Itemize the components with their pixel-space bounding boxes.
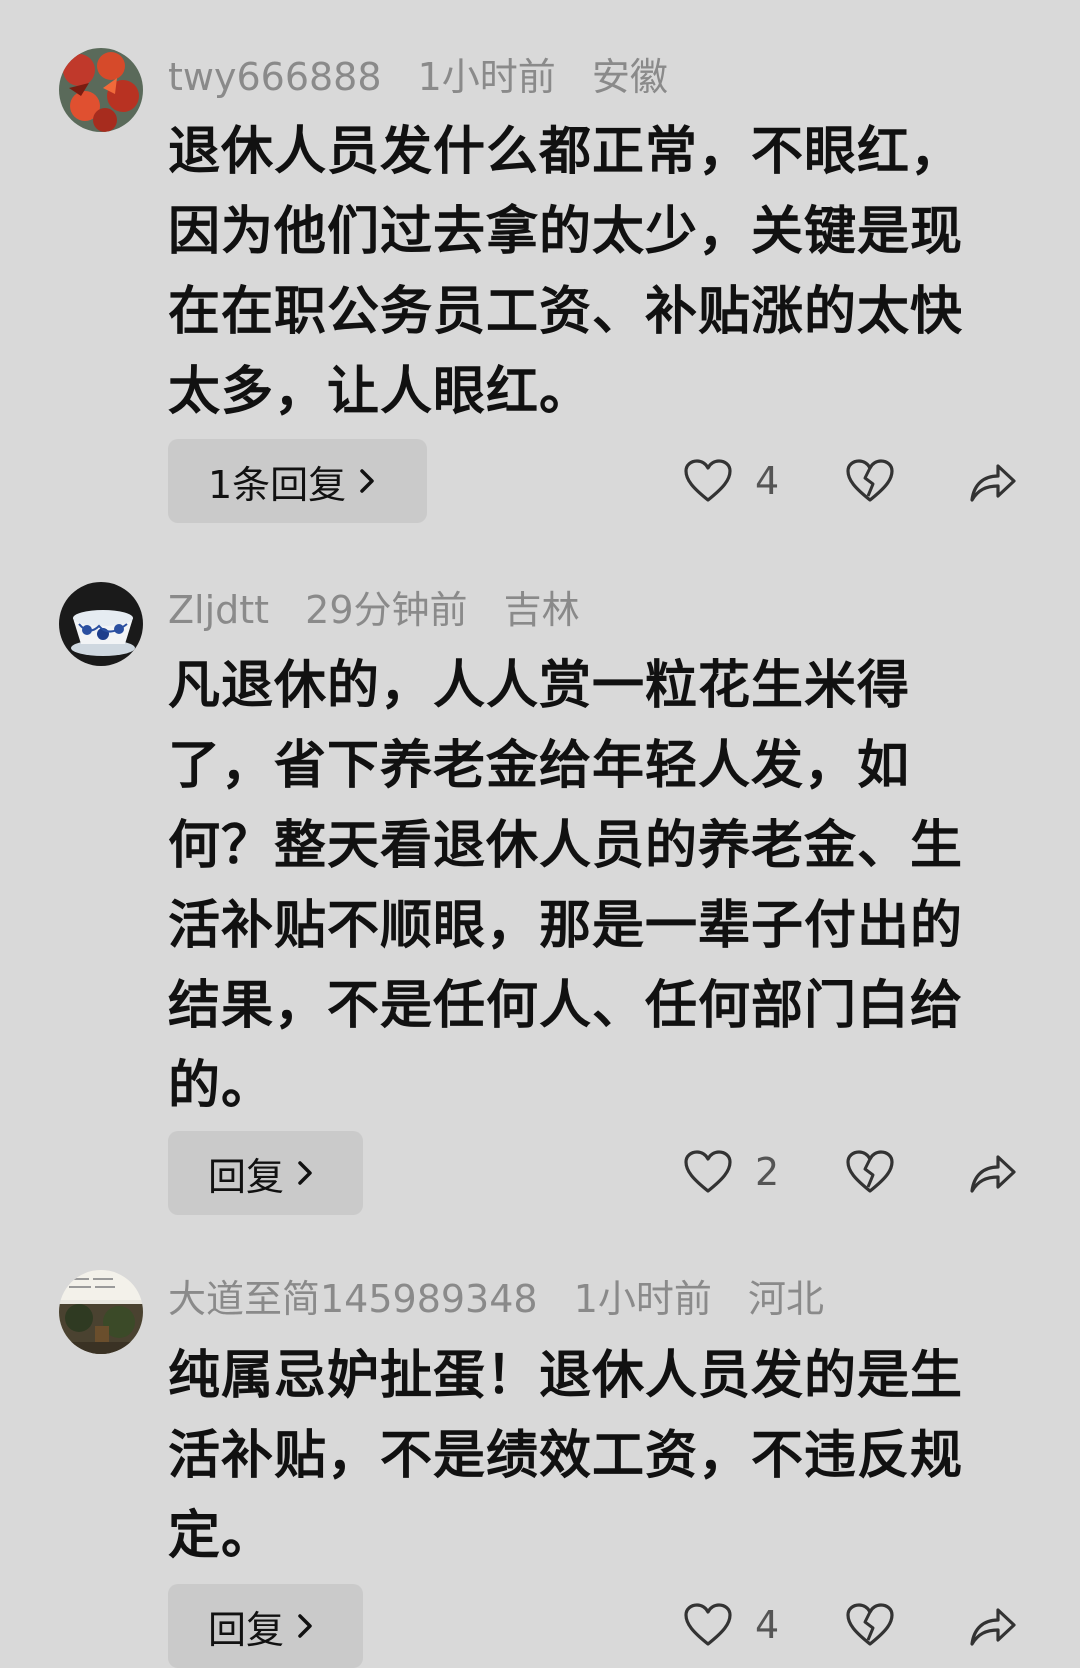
landscape-painting-icon	[59, 1270, 143, 1354]
comment-item: twy666888 1小时前 安徽 退休人员发什么都正常，不眼红， 因为他们过去…	[0, 0, 1080, 540]
heart-icon	[684, 459, 732, 502]
comment-line: 何？整天看退休人员的养老金、生	[168, 816, 964, 876]
dislike-button[interactable]	[845, 1602, 895, 1648]
dislike-button[interactable]	[845, 458, 895, 504]
comment-item: 大道至简145989348 1小时前 河北 纯属忌妒扯蛋！退休人员发的是生 活补…	[0, 1200, 1080, 1668]
comment-text: 凡退休的，人人赏一粒花生米得 了，省下养老金给年轻人发，如 何？整天看退休人员的…	[168, 646, 1008, 1126]
avatar[interactable]	[59, 1270, 143, 1354]
comment-text: 退休人员发什么都正常，不眼红， 因为他们过去拿的太少，关键是现 在在职公务员工资…	[168, 112, 1008, 432]
timestamp: 29分钟前	[305, 588, 468, 632]
comment-item: Zljdtt 29分钟前 吉林 凡退休的，人人赏一粒花生米得 了，省下养老金给年…	[0, 540, 1080, 1215]
location: 安徽	[591, 55, 668, 99]
dislike-button[interactable]	[845, 1149, 895, 1195]
reply-label: 回复	[208, 1607, 285, 1652]
location: 吉林	[503, 588, 580, 632]
view-replies-button[interactable]: 1条回复	[168, 439, 427, 523]
chevron-right-icon	[298, 1161, 312, 1185]
comment-line: 定。	[168, 1506, 275, 1566]
broken-heart-icon	[846, 459, 894, 502]
reply-button[interactable]: 回复	[168, 1584, 363, 1668]
comment-line: 结果，不是任何人、任何部门白给	[168, 976, 964, 1036]
like-button[interactable]: 4	[683, 1602, 779, 1648]
share-arrow-icon	[970, 464, 1016, 502]
avatar[interactable]	[59, 582, 143, 666]
comment-line: 凡退休的，人人赏一粒花生米得	[168, 656, 911, 716]
comment-line: 因为他们过去拿的太少，关键是现	[168, 202, 964, 262]
share-arrow-icon	[970, 1608, 1016, 1646]
comment-line: 了，省下养老金给年轻人发，如	[168, 736, 911, 796]
chevron-right-icon	[298, 1614, 312, 1638]
timestamp: 1小时前	[573, 1277, 712, 1321]
comment-line: 活补贴不顺眼，那是一辈子付出的	[168, 896, 964, 956]
timestamp: 1小时前	[417, 55, 556, 99]
share-button[interactable]	[968, 1149, 1018, 1195]
comment-line: 纯属忌妒扯蛋！退休人员发的是生	[168, 1346, 964, 1406]
location: 河北	[747, 1277, 824, 1321]
username[interactable]: twy666888	[168, 55, 382, 99]
comment-meta: Zljdtt 29分钟前 吉林	[168, 591, 604, 629]
like-button[interactable]: 4	[683, 458, 779, 504]
avatar[interactable]	[59, 48, 143, 132]
like-count: 4	[755, 459, 780, 503]
username[interactable]: 大道至简145989348	[168, 1277, 538, 1321]
comment-line: 在在职公务员工资、补贴涨的太快	[168, 282, 964, 342]
share-button[interactable]	[968, 458, 1018, 504]
comment-line: 太多，让人眼红。	[168, 362, 593, 422]
like-count: 4	[755, 1603, 780, 1647]
comment-line: 退休人员发什么都正常，不眼红，	[168, 122, 964, 182]
share-arrow-icon	[970, 1155, 1016, 1193]
comment-meta: 大道至简145989348 1小时前 河北	[168, 1280, 848, 1318]
like-count: 2	[755, 1150, 780, 1194]
comment-meta: twy666888 1小时前 安徽	[168, 58, 692, 96]
comment-line: 活补贴，不是绩效工资，不违反规	[168, 1426, 964, 1486]
broken-heart-icon	[846, 1603, 894, 1646]
broken-heart-icon	[846, 1150, 894, 1193]
reply-label: 回复	[208, 1154, 285, 1199]
comment-line: 的。	[168, 1056, 275, 1116]
blue-white-porcelain-cup-icon	[59, 582, 143, 666]
chevron-right-icon	[360, 469, 374, 493]
reply-label: 1条回复	[208, 462, 347, 507]
share-button[interactable]	[968, 1602, 1018, 1648]
like-button[interactable]: 2	[683, 1149, 779, 1195]
username[interactable]: Zljdtt	[168, 588, 269, 632]
heart-icon	[684, 1603, 732, 1646]
comment-text: 纯属忌妒扯蛋！退休人员发的是生 活补贴，不是绩效工资，不违反规 定。	[168, 1336, 1008, 1576]
heart-icon	[684, 1150, 732, 1193]
red-maple-leaves-icon	[59, 48, 143, 132]
